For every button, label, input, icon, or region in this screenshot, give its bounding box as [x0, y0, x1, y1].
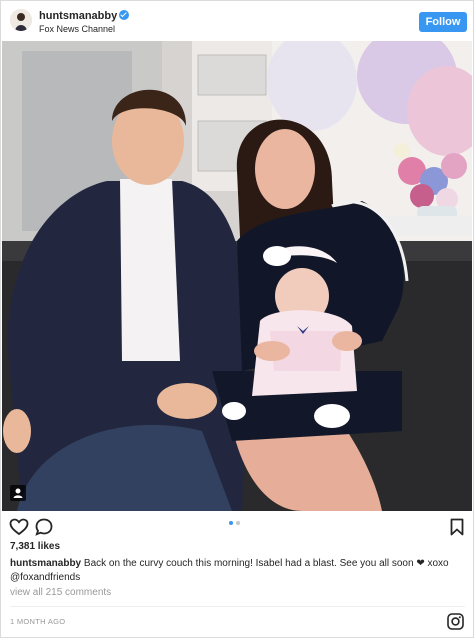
heart-icon[interactable] [9, 517, 29, 537]
bookmark-icon[interactable] [447, 517, 467, 537]
post-header: huntsmanabby Fox News Channel Follow [1, 1, 473, 41]
post-username[interactable]: huntsmanabby [39, 10, 130, 22]
tag-person-icon[interactable] [10, 485, 26, 501]
post-location[interactable]: Fox News Channel [39, 24, 115, 34]
carousel-indicator [229, 521, 243, 527]
instagram-glyph-icon[interactable] [447, 613, 464, 630]
divider [10, 606, 465, 607]
comment-icon[interactable] [34, 517, 54, 537]
like-count[interactable]: 7,381 likes [10, 541, 60, 552]
post-caption: huntsmanabby Back on the curvy couch thi… [10, 557, 465, 585]
carousel-dot [236, 521, 240, 525]
instagram-post: huntsmanabby Fox News Channel Follow 7,3… [0, 0, 474, 638]
view-comments-link[interactable]: view all 215 comments [10, 587, 111, 598]
verified-badge-icon [119, 10, 130, 20]
carousel-dot-active [229, 521, 233, 525]
post-timestamp: 1 MONTH AGO [10, 617, 66, 626]
caption-text: Back on the curvy couch this morning! Is… [83, 558, 449, 569]
caption-mention[interactable]: @foxandfriends [10, 572, 80, 583]
caption-username[interactable]: huntsmanabby [10, 558, 81, 569]
avatar[interactable] [10, 9, 32, 31]
post-photo[interactable] [2, 41, 472, 511]
follow-button[interactable]: Follow [419, 12, 467, 32]
action-bar [1, 513, 473, 539]
